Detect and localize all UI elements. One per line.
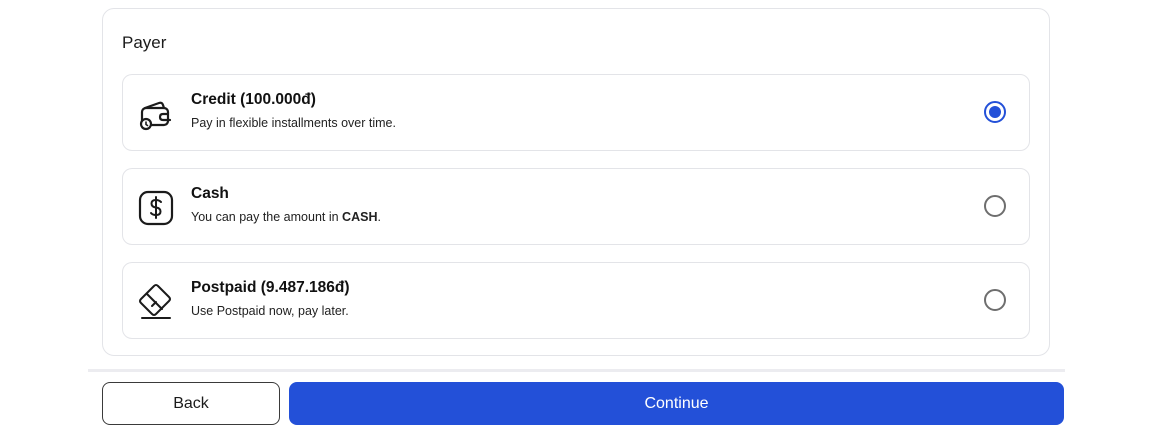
payment-option-postpaid[interactable]: Postpaid (9.487.186đ) Use Postpaid now, … bbox=[122, 262, 1030, 339]
payer-card: Payer Credit (100.000đ) Pay in flexible … bbox=[102, 8, 1050, 356]
option-subtitle: You can pay the amount in CASH. bbox=[191, 210, 381, 224]
back-button[interactable]: Back bbox=[102, 382, 280, 425]
option-subtitle-bold: CASH bbox=[342, 210, 378, 224]
option-subtitle-suffix: . bbox=[377, 210, 381, 224]
option-title: Credit (100.000đ) bbox=[191, 91, 316, 108]
continue-button[interactable]: Continue bbox=[289, 382, 1064, 425]
radio-postpaid[interactable] bbox=[984, 289, 1006, 311]
payer-title: Payer bbox=[122, 33, 167, 52]
option-subtitle-prefix: You can pay the amount in bbox=[191, 210, 343, 224]
wallet-icon bbox=[137, 95, 175, 133]
radio-cash[interactable] bbox=[984, 195, 1006, 217]
option-subtitle: Pay in flexible installments over time. bbox=[191, 116, 396, 130]
card-icon bbox=[137, 283, 175, 321]
radio-credit[interactable] bbox=[984, 101, 1006, 123]
option-subtitle: Use Postpaid now, pay later. bbox=[191, 304, 349, 318]
option-title: Cash bbox=[191, 185, 229, 202]
payment-option-credit[interactable]: Credit (100.000đ) Pay in flexible instal… bbox=[122, 74, 1030, 151]
dollar-icon bbox=[137, 189, 175, 227]
option-title: Postpaid (9.487.186đ) bbox=[191, 279, 350, 296]
footer-divider bbox=[88, 369, 1065, 372]
payment-option-cash[interactable]: Cash You can pay the amount in CASH. bbox=[122, 168, 1030, 245]
